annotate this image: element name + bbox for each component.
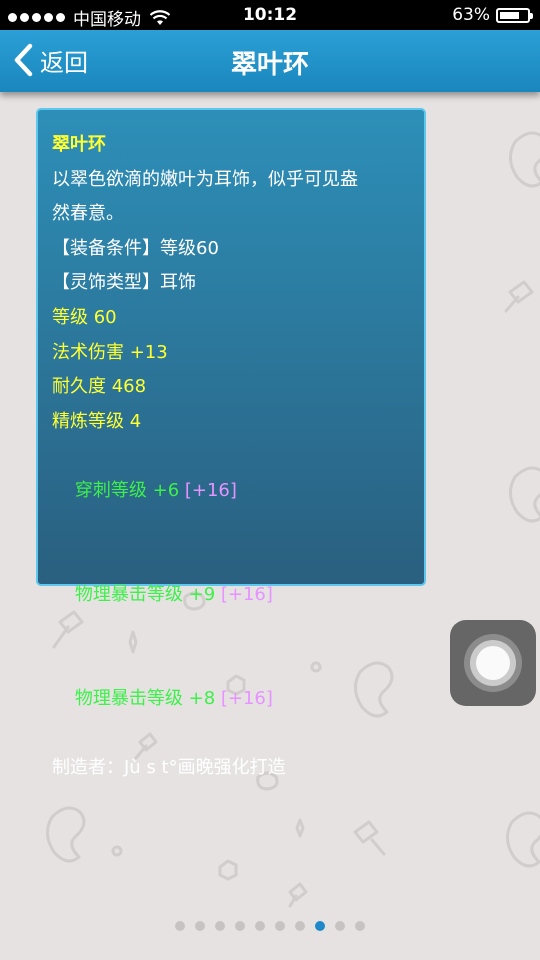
rock-doodle-icon (218, 859, 238, 881)
page-dot[interactable] (235, 921, 245, 931)
sparkle-doodle-icon (295, 818, 305, 838)
page-dot[interactable] (195, 921, 205, 931)
bonus-text: 物理暴击等级 +8 (74, 687, 221, 709)
battery-icon (496, 7, 533, 23)
item-type: 【灵饰类型】耳饰 (52, 272, 196, 294)
hammer-doodle-icon (353, 820, 386, 856)
page-title: 翠叶环 (230, 50, 309, 80)
item-maker: 制造者：Jù s t°画晚强化打造 (52, 756, 286, 778)
page-dot[interactable] (175, 921, 185, 931)
page-dot[interactable] (295, 921, 305, 931)
item-name: 翠叶环 (52, 134, 106, 155)
page-dot[interactable] (275, 921, 285, 931)
item-requirement: 【装备条件】等级60 (52, 237, 219, 259)
stat-line: 精炼等级 4 (52, 410, 142, 432)
page-dot[interactable] (255, 921, 265, 931)
bonus-extra: [+16] (220, 687, 273, 709)
assistive-touch-button[interactable] (450, 620, 536, 706)
page-dot[interactable] (355, 921, 365, 931)
bean-doodle-icon (509, 131, 540, 188)
status-bar: 中国移动 10:12 63% (0, 0, 540, 30)
item-info-card: 翠叶环 以翠色欲滴的嫩叶为耳饰，似乎可见盎 然春意。 【装备条件】等级60 【灵… (36, 108, 426, 778)
bean-doodle-icon (506, 811, 540, 868)
navigation-bar: 返回 翠叶环 (0, 30, 540, 92)
bean-doodle-icon (46, 806, 86, 863)
page-dot[interactable] (315, 921, 325, 931)
bonus-line: 穿刺等级 +6 [+16] (52, 439, 410, 543)
bonus-text: 穿刺等级 +6 (74, 479, 185, 501)
bonus-line: 物理暴击等级 +9 [+16] (52, 543, 410, 647)
item-description-line: 然春意。 (52, 203, 124, 225)
hammer-doodle-icon (504, 280, 534, 313)
dot-doodle-icon (111, 845, 123, 857)
bonus-extra: [+16] (220, 583, 273, 605)
stat-line: 等级 60 (52, 306, 117, 328)
page-dot[interactable] (335, 921, 345, 931)
page-dot[interactable] (215, 921, 225, 931)
hammer-doodle-icon (288, 882, 308, 908)
stat-line: 法术伤害 +13 (52, 341, 168, 363)
battery-percent: 63% (452, 5, 490, 25)
stat-line: 耐久度 468 (52, 376, 147, 398)
bean-doodle-icon (509, 466, 540, 523)
bonus-extra: [+16] (184, 479, 237, 501)
bonus-text: 物理暴击等级 +9 (74, 583, 221, 605)
page-indicator[interactable] (0, 921, 540, 931)
item-description-line: 以翠色欲滴的嫩叶为耳饰，似乎可见盎 (52, 168, 358, 190)
bonus-line: 物理暴击等级 +8 [+16] (52, 647, 410, 751)
